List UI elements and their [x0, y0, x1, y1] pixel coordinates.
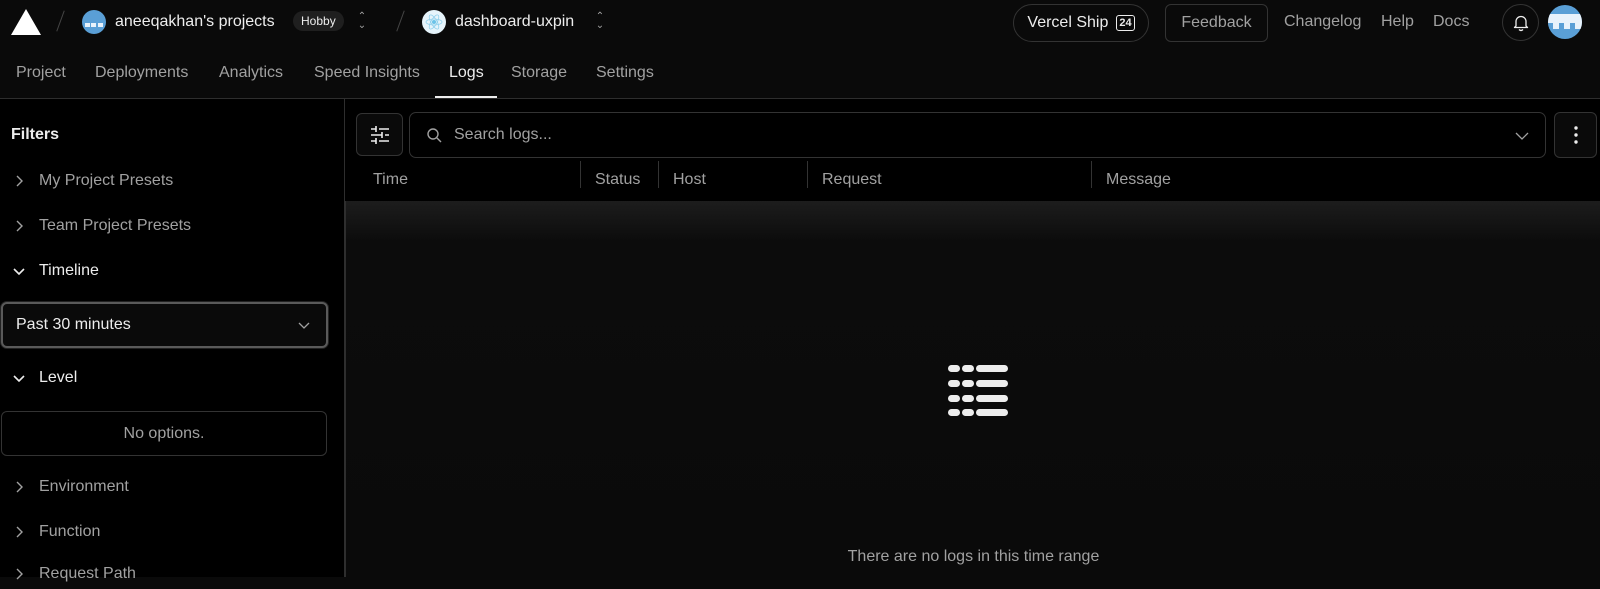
vercel-logo-icon[interactable]	[11, 9, 41, 35]
team-switcher-icon[interactable]: ⌃ ⌄	[356, 12, 368, 31]
filter-label: Timeline	[39, 262, 99, 279]
tab-settings[interactable]: Settings	[596, 64, 654, 82]
sliders-icon	[370, 125, 389, 144]
logs-table-body: There are no logs in this time range	[345, 201, 1600, 577]
toggle-filters-button[interactable]	[356, 113, 403, 156]
breadcrumb-separator	[56, 10, 65, 32]
filter-timeline[interactable]: Timeline	[0, 256, 345, 286]
chevron-down-icon[interactable]	[1515, 130, 1529, 142]
filter-request-path[interactable]: Request Path	[0, 559, 345, 589]
column-header-host[interactable]: Host	[673, 171, 706, 189]
chevron-right-icon	[16, 220, 23, 232]
filter-level[interactable]: Level	[0, 363, 345, 393]
tab-logs[interactable]: Logs	[449, 64, 484, 82]
level-no-options: No options.	[1, 411, 327, 456]
chevron-down-icon	[13, 268, 25, 276]
chevron-down-icon	[13, 375, 25, 383]
filter-label: My Project Presets	[39, 172, 174, 189]
filter-label: Level	[39, 369, 78, 386]
filter-my-project-presets[interactable]: My Project Presets	[0, 166, 345, 196]
vercel-ship-button[interactable]: Vercel Ship 24	[1013, 4, 1149, 42]
breadcrumb-separator	[396, 10, 405, 32]
column-divider[interactable]	[807, 161, 808, 188]
project-avatar[interactable]	[422, 10, 446, 34]
more-vertical-icon	[1573, 126, 1578, 144]
top-bar: aneeqakhan's projects Hobby ⌃ ⌄ dashboard…	[0, 0, 1600, 46]
column-header-time[interactable]: Time	[373, 171, 408, 189]
empty-state-message: There are no logs in this time range	[847, 548, 1100, 565]
tab-deployments[interactable]: Deployments	[95, 64, 188, 82]
timeline-value: Past 30 minutes	[16, 316, 131, 333]
column-header-status[interactable]: Status	[595, 171, 640, 189]
docs-link[interactable]: Docs	[1433, 13, 1469, 31]
changelog-link[interactable]: Changelog	[1284, 13, 1361, 31]
filter-environment[interactable]: Environment	[0, 472, 345, 502]
column-divider[interactable]	[580, 161, 581, 188]
chevron-right-icon	[16, 175, 23, 187]
search-input[interactable]	[454, 123, 1494, 147]
filter-function[interactable]: Function	[0, 517, 345, 547]
chevron-right-icon	[16, 526, 23, 538]
plan-badge: Hobby	[293, 11, 344, 31]
chevron-down-icon	[298, 322, 310, 329]
vercel-ship-label: Vercel Ship	[1027, 14, 1109, 31]
active-tab-indicator	[435, 96, 497, 98]
column-divider[interactable]	[658, 161, 659, 188]
help-link[interactable]: Help	[1381, 13, 1414, 31]
tab-speed-insights[interactable]: Speed Insights	[314, 64, 420, 82]
filters-sidebar: Filters My Project Presets Team Project …	[0, 99, 345, 582]
chevron-right-icon	[16, 481, 23, 493]
tab-analytics[interactable]: Analytics	[219, 64, 283, 82]
team-avatar[interactable]	[82, 10, 106, 34]
column-header-request[interactable]: Request	[822, 171, 882, 189]
feedback-button[interactable]: Feedback	[1165, 4, 1268, 42]
chevron-right-icon	[16, 568, 23, 580]
team-name-link[interactable]: aneeqakhan's projects	[115, 13, 275, 31]
notifications-button[interactable]	[1502, 4, 1539, 41]
column-divider[interactable]	[1091, 161, 1092, 188]
filter-label: Environment	[39, 478, 129, 495]
tab-storage[interactable]: Storage	[511, 64, 567, 82]
logs-panel: Time Status Host Request Message There a…	[345, 99, 1600, 577]
filter-team-project-presets[interactable]: Team Project Presets	[0, 211, 345, 241]
search-icon	[427, 128, 442, 143]
tab-project[interactable]: Project	[16, 64, 66, 82]
user-avatar[interactable]	[1548, 5, 1582, 39]
project-switcher-icon[interactable]: ⌃ ⌄	[594, 12, 606, 31]
list-icon	[948, 365, 1008, 416]
vercel-ship-badge: 24	[1116, 15, 1135, 31]
timeline-select[interactable]: Past 30 minutes	[1, 302, 328, 348]
search-logs-field[interactable]	[409, 112, 1546, 158]
filter-label: Request Path	[39, 565, 136, 582]
column-header-message[interactable]: Message	[1106, 171, 1171, 189]
more-options-button[interactable]	[1554, 112, 1597, 158]
filter-label: Team Project Presets	[39, 217, 192, 234]
filter-label: Function	[39, 523, 101, 540]
bell-icon	[1513, 15, 1528, 31]
project-tabs: Project Deployments Analytics Speed Insi…	[0, 50, 1600, 99]
filters-title: Filters	[11, 126, 60, 143]
project-name-link[interactable]: dashboard-uxpin	[455, 13, 574, 31]
